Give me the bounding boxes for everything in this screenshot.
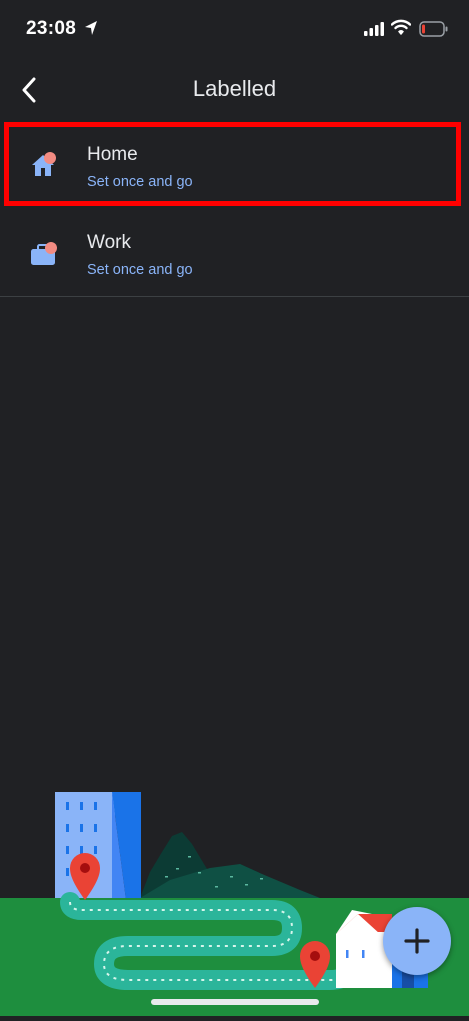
add-label-button[interactable] xyxy=(383,907,451,975)
highlight-box xyxy=(4,122,461,206)
page-title: Labelled xyxy=(192,76,277,101)
battery-low-icon xyxy=(419,21,449,42)
home-indicator[interactable] xyxy=(151,999,319,1005)
wifi-icon xyxy=(390,19,412,40)
status-time: 23:08 xyxy=(26,18,77,39)
list-item-home[interactable]: Home Set once and go xyxy=(0,120,469,208)
list-item-subtitle: Set once and go xyxy=(87,262,193,278)
briefcase-icon xyxy=(28,236,60,268)
status-bar: 23:08 xyxy=(0,0,469,60)
city-illustration xyxy=(0,780,469,1016)
list-item-work[interactable]: Work Set once and go xyxy=(0,208,469,296)
top-app-bar: Labelled xyxy=(0,60,469,120)
list-item-title: Work xyxy=(87,232,131,253)
cellular-signal-icon xyxy=(364,22,384,41)
list-divider xyxy=(0,296,469,297)
location-arrow-icon xyxy=(84,20,98,41)
labelled-places-list: Home Set once and go Work Set once and g… xyxy=(0,120,469,296)
plus-icon xyxy=(404,928,430,954)
